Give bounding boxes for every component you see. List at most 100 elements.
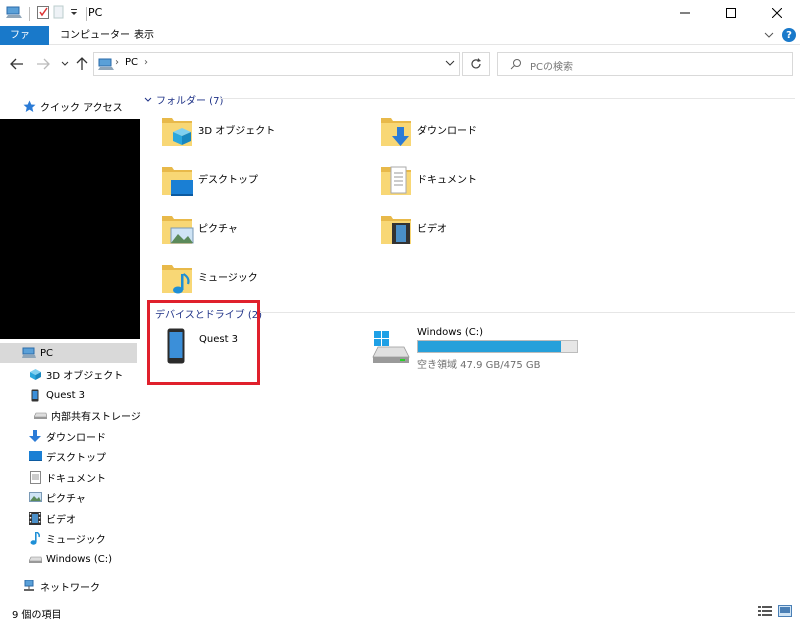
search-placeholder: PCの検索 <box>530 62 574 73</box>
videos-icon <box>28 511 42 525</box>
nav-videos-label: ビデオ <box>46 514 76 526</box>
details-view-icon[interactable] <box>758 605 772 620</box>
chevron-down-icon <box>144 97 152 102</box>
star-icon <box>22 99 36 113</box>
nav-documents-label: ドキュメント <box>46 473 106 485</box>
expand-ribbon-icon[interactable] <box>764 29 774 42</box>
refresh-icon <box>471 58 481 69</box>
breadcrumb-pc[interactable]: PC <box>125 57 138 68</box>
customize-qat-icon[interactable] <box>69 7 79 20</box>
drive-label: Windows (C:) <box>417 327 483 338</box>
back-button[interactable] <box>9 56 25 72</box>
nav-music[interactable]: ミュージック <box>0 528 137 548</box>
3d-objects-icon <box>162 118 192 146</box>
up-button[interactable] <box>74 56 90 72</box>
nav-network-label: ネットワーク <box>40 582 100 594</box>
nav-pc[interactable]: PC <box>0 343 137 363</box>
group-divider <box>220 98 795 99</box>
nav-pictures-label: ピクチャ <box>46 493 86 505</box>
folder-label: ダウンロード <box>417 126 477 137</box>
folder-desktop[interactable]: デスクトップ <box>160 163 360 209</box>
close-icon <box>772 8 782 18</box>
folder-documents[interactable]: ドキュメント <box>379 163 579 209</box>
download-icon <box>28 429 42 443</box>
3d-objects-icon <box>28 367 42 381</box>
quick-access-toolbar <box>6 5 90 22</box>
storage-icon <box>34 408 47 422</box>
search-icon <box>510 58 522 73</box>
folder-label: ビデオ <box>417 224 447 235</box>
desktop-icon <box>28 449 42 463</box>
folder-pictures[interactable]: ピクチャ <box>160 212 360 258</box>
drive-usage-fill <box>418 341 562 352</box>
nav-windows-c[interactable]: Windows (C:) <box>0 549 137 569</box>
nav-quick-access-label: クイック アクセス <box>40 102 123 114</box>
music-icon <box>162 265 192 294</box>
nav-desktop-label: デスクトップ <box>46 452 106 464</box>
nav-documents[interactable]: ドキュメント <box>0 467 137 487</box>
download-icon <box>381 118 411 146</box>
properties-icon[interactable] <box>37 5 49 22</box>
folder-downloads[interactable]: ダウンロード <box>379 114 579 160</box>
refresh-button[interactable] <box>462 52 490 76</box>
nav-internal-storage[interactable]: 内部共有ストレージ <box>0 405 141 425</box>
folders-group-label: フォルダー (7) <box>156 96 224 107</box>
breadcrumb-separator[interactable]: › <box>144 57 148 68</box>
drive-icon <box>28 552 42 566</box>
nav-videos[interactable]: ビデオ <box>0 508 137 528</box>
up-arrow-icon <box>76 57 88 70</box>
address-bar[interactable]: › PC › <box>93 52 460 76</box>
folder-videos[interactable]: ビデオ <box>379 212 579 258</box>
title-bar: PC <box>0 0 800 26</box>
nav-downloads[interactable]: ダウンロード <box>0 426 137 446</box>
recent-locations-button[interactable] <box>57 56 73 72</box>
nav-3d-objects-label: 3D オブジェクト <box>46 370 124 382</box>
pc-icon <box>98 58 114 74</box>
maximize-icon <box>726 8 736 18</box>
tab-file[interactable]: ファイル <box>0 26 49 60</box>
group-divider <box>260 312 795 313</box>
nav-network[interactable]: ネットワーク <box>0 576 137 596</box>
address-dropdown[interactable] <box>445 58 455 71</box>
pc-icon <box>6 5 22 22</box>
maximize-button[interactable] <box>708 0 754 26</box>
close-button[interactable] <box>754 0 800 26</box>
minimize-button[interactable] <box>662 0 708 26</box>
window-title: PC <box>88 6 103 19</box>
new-folder-icon[interactable] <box>53 5 65 22</box>
search-box[interactable]: PCの検索 <box>497 52 793 76</box>
folder-3d-objects[interactable]: 3D オブジェクト <box>160 114 360 160</box>
nav-internal-storage-label: 内部共有ストレージ <box>51 411 141 423</box>
nav-quest-3-label: Quest 3 <box>46 389 86 401</box>
nav-desktop[interactable]: デスクトップ <box>0 446 137 466</box>
nav-quest-3[interactable]: Quest 3 <box>0 385 137 405</box>
nav-3d-objects[interactable]: 3D オブジェクト <box>0 364 137 384</box>
drive-usage-bar <box>417 340 578 353</box>
large-icons-view-icon[interactable] <box>778 605 792 620</box>
pictures-icon <box>162 216 194 244</box>
forward-button[interactable] <box>35 56 51 72</box>
redacted-region <box>0 119 140 339</box>
tab-view[interactable]: 表示 <box>124 26 164 45</box>
network-icon <box>22 579 36 593</box>
nav-pictures[interactable]: ピクチャ <box>0 487 137 507</box>
nav-pc-label: PC <box>40 347 54 359</box>
highlight-annotation-box <box>147 300 260 385</box>
folder-label: ミュージック <box>198 273 258 284</box>
chevron-down-icon <box>445 60 455 66</box>
breadcrumb-separator[interactable]: › <box>115 57 119 68</box>
documents-icon <box>28 470 42 484</box>
folder-label: ピクチャ <box>198 224 238 235</box>
folders-group-header[interactable]: フォルダー (7) <box>144 92 223 107</box>
help-button[interactable]: ? <box>782 28 796 42</box>
documents-icon <box>381 166 411 195</box>
nav-quick-access[interactable]: クイック アクセス <box>0 96 137 116</box>
forward-arrow-icon <box>37 58 50 70</box>
drive-icon <box>372 331 410 363</box>
status-bar: 9 個の項目 <box>0 600 800 623</box>
phone-icon <box>28 388 42 402</box>
folder-label: ドキュメント <box>417 175 477 186</box>
window-controls <box>662 0 800 26</box>
drive-windows-c[interactable] <box>372 331 412 367</box>
minimize-icon <box>680 12 690 14</box>
